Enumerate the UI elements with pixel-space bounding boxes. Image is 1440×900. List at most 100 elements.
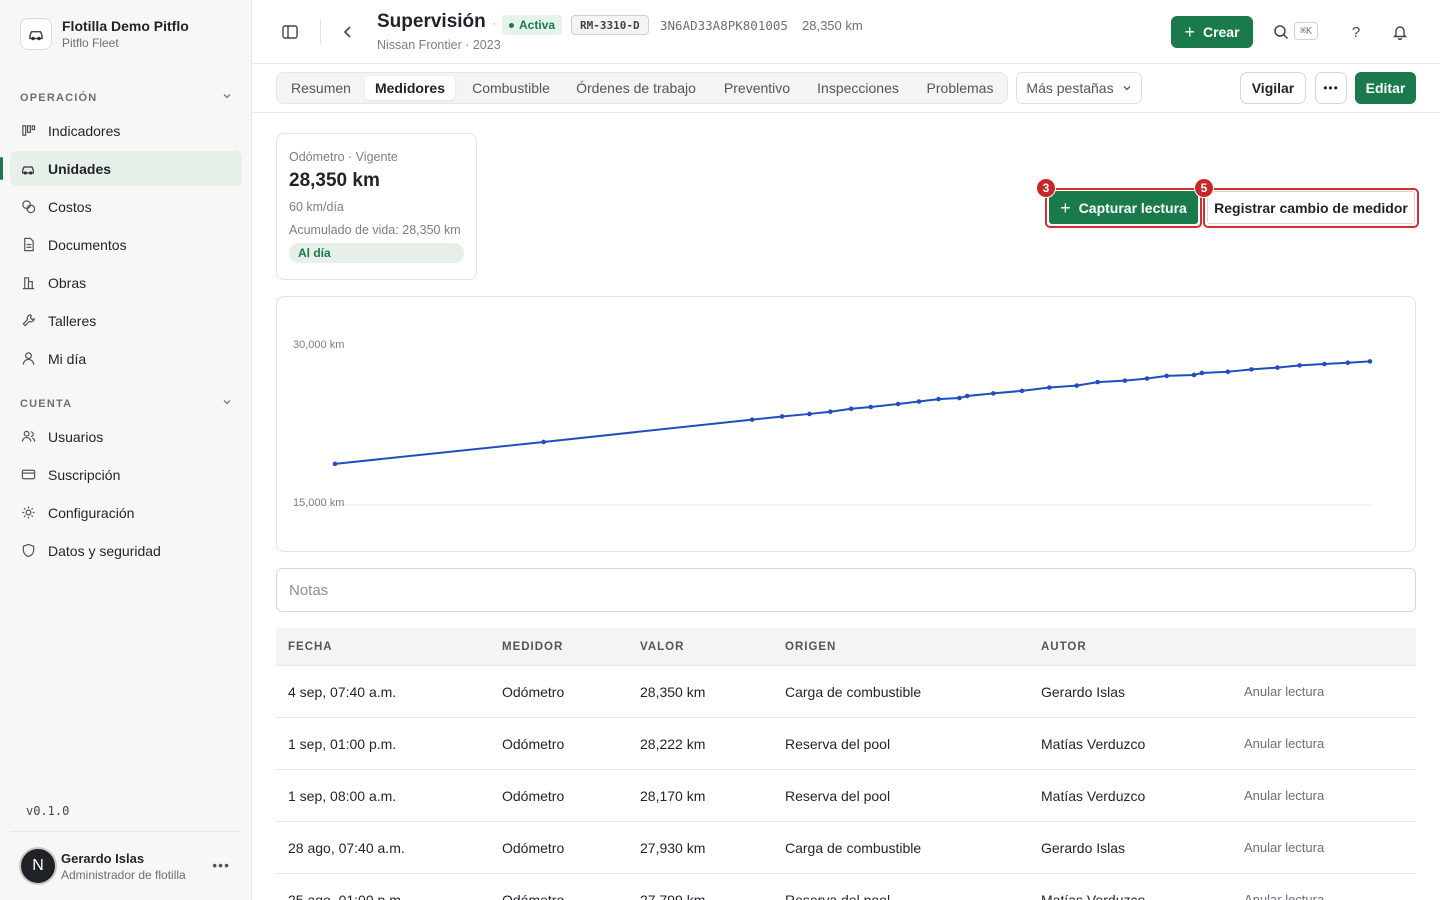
tab-medidores[interactable]: Medidores	[365, 76, 455, 100]
sidebar-toggle-icon[interactable]	[280, 22, 300, 42]
sidebar-item-mi-día[interactable]: Mi día	[10, 341, 242, 376]
tab-inspecciones[interactable]: Inspecciones	[807, 76, 909, 100]
section-cuenta[interactable]: CUENTA	[20, 397, 232, 410]
divider	[320, 18, 321, 44]
data-point[interactable]	[936, 396, 941, 402]
data-point[interactable]	[1367, 359, 1373, 364]
section-operacion[interactable]: OPERACIÓN	[20, 91, 232, 104]
data-point[interactable]	[828, 409, 833, 415]
y-tick-label-top: 30,000 km	[293, 339, 344, 351]
nav-operacion: Indicadores Unidades Costos Documentos Obras…	[0, 113, 242, 379]
table-row[interactable]: 1 sep, 08:00 a.m. Odómetro 28,170 km Reserv…	[276, 770, 1416, 822]
data-point[interactable]	[749, 417, 755, 422]
register-meter-change-button[interactable]: Registrar cambio de medidor	[1207, 191, 1415, 224]
table-row[interactable]: 4 sep, 07:40 a.m. Odómetro 28,350 km Carga …	[276, 666, 1416, 718]
sidebar-item-unidades[interactable]: Unidades	[0, 151, 242, 186]
table-cell: 1 sep, 01:00 p.m.	[288, 735, 397, 752]
tab-preventivo[interactable]: Preventivo	[713, 76, 801, 100]
edit-button[interactable]: Editar	[1355, 72, 1416, 104]
create-button[interactable]: + Crear	[1171, 16, 1253, 48]
data-point[interactable]	[1144, 376, 1150, 381]
data-point[interactable]	[1095, 379, 1100, 385]
table-row[interactable]: 28 ago, 07:40 a.m. Odómetro 27,930 km Carga…	[276, 822, 1416, 874]
bell-icon[interactable]	[1390, 22, 1410, 42]
data-point[interactable]	[1164, 373, 1169, 379]
sidebar-item-label: Unidades	[48, 160, 112, 177]
data-point[interactable]	[1122, 378, 1128, 383]
nav-cuenta: Usuarios Suscripción Configuración Datos y …	[10, 419, 242, 571]
data-point[interactable]	[868, 404, 874, 410]
data-point[interactable]	[990, 391, 996, 396]
user-name: Gerardo Islas	[61, 850, 145, 866]
data-point[interactable]	[779, 414, 785, 419]
capture-reading-button[interactable]: + Capturar lectura	[1049, 191, 1198, 224]
data-point[interactable]	[1199, 370, 1205, 376]
help-icon[interactable]: ?	[1346, 22, 1366, 42]
tab-resumen[interactable]: Resumen	[280, 76, 362, 100]
sidebar-item-talleres[interactable]: Talleres	[10, 303, 242, 338]
data-point[interactable]	[1047, 385, 1052, 390]
void-reading-link[interactable]: Anular lectura	[1244, 892, 1324, 900]
more-tabs-dropdown[interactable]: Más pestañas	[1016, 72, 1142, 104]
vin-text: 3N6AD33A8PK801005	[660, 18, 788, 33]
watch-button[interactable]: Vigilar	[1240, 72, 1306, 104]
data-point[interactable]	[1019, 388, 1025, 394]
table-cell: Carga de combustible	[785, 839, 922, 856]
sidebar-item-indicadores[interactable]: Indicadores	[10, 113, 242, 148]
data-point[interactable]	[541, 439, 546, 445]
column-header[interactable]: AUTOR	[1041, 641, 1244, 653]
step-badge: 5	[1194, 178, 1214, 198]
data-point[interactable]	[1322, 361, 1327, 367]
data-point[interactable]	[848, 406, 854, 412]
table-row[interactable]: 25 ago, 01:00 p.m. Odómetro 27,799 km Reser…	[276, 874, 1416, 900]
search-icon[interactable]	[1272, 23, 1290, 41]
void-reading-link[interactable]: Anular lectura	[1244, 736, 1324, 751]
void-reading-link[interactable]: Anular lectura	[1244, 684, 1324, 699]
column-header[interactable]: MEDIDOR	[502, 641, 640, 653]
sidebar-item-label: Obras	[48, 274, 87, 291]
chart-svg: 30,000 km 15,000 km	[293, 339, 1373, 509]
avatar: N	[19, 847, 57, 885]
more-options-icon[interactable]: •••	[1315, 72, 1347, 104]
column-header[interactable]: VALOR	[640, 641, 785, 653]
data-point[interactable]	[957, 395, 962, 401]
data-point[interactable]	[964, 393, 970, 399]
notes-input[interactable]: Notas	[276, 568, 1416, 612]
column-header[interactable]: FECHA	[276, 641, 502, 653]
table-cell: Odómetro	[502, 683, 565, 700]
data-point[interactable]	[1275, 365, 1280, 370]
sidebar-item-suscripción[interactable]: Suscripción	[10, 457, 242, 492]
table-cell: 25 ago, 01:00 p.m.	[288, 891, 405, 900]
sidebar-item-configuración[interactable]: Configuración	[10, 495, 242, 530]
data-point[interactable]	[1191, 372, 1197, 378]
user-menu[interactable]: N Gerardo Islas Administrador de flotill…	[10, 831, 240, 900]
data-point[interactable]	[916, 399, 922, 404]
void-reading-link[interactable]: Anular lectura	[1244, 840, 1324, 855]
data-point[interactable]	[1249, 367, 1254, 372]
tab-problemas[interactable]: Problemas	[915, 76, 1005, 100]
org-switcher[interactable]: Flotilla Demo Pitflo Pitflo Fleet	[20, 18, 189, 50]
data-point[interactable]	[1345, 360, 1351, 366]
table-row[interactable]: 1 sep, 01:00 p.m. Odómetro 28,222 km Reserv…	[276, 718, 1416, 770]
tab-combustible[interactable]: Combustible	[460, 76, 562, 100]
data-point[interactable]	[332, 461, 338, 467]
tab-órdenes-de-trabajo[interactable]: Órdenes de trabajo	[567, 76, 705, 100]
sidebar-item-costos[interactable]: Costos	[10, 189, 242, 224]
table-cell: 28 ago, 07:40 a.m.	[288, 839, 405, 856]
data-point[interactable]	[1225, 369, 1231, 375]
sidebar-item-obras[interactable]: Obras	[10, 265, 242, 300]
back-icon[interactable]	[338, 22, 358, 42]
data-point[interactable]	[1297, 363, 1302, 368]
sidebar-item-datos-y-seguridad[interactable]: Datos y seguridad	[10, 533, 242, 568]
data-point[interactable]	[895, 401, 901, 407]
void-reading-link[interactable]: Anular lectura	[1244, 788, 1324, 803]
data-point[interactable]	[807, 411, 812, 417]
meter-status-badge: Al día	[289, 243, 464, 263]
table-header: FECHA MEDIDOR VALOR ORIGEN AUTOR	[276, 628, 1416, 666]
card-icon	[20, 467, 36, 483]
sidebar-item-usuarios[interactable]: Usuarios	[10, 419, 242, 454]
sidebar-item-documentos[interactable]: Documentos	[10, 227, 242, 262]
more-icon[interactable]: •••	[212, 857, 230, 873]
data-point[interactable]	[1074, 383, 1080, 388]
column-header[interactable]: ORIGEN	[785, 641, 1041, 653]
